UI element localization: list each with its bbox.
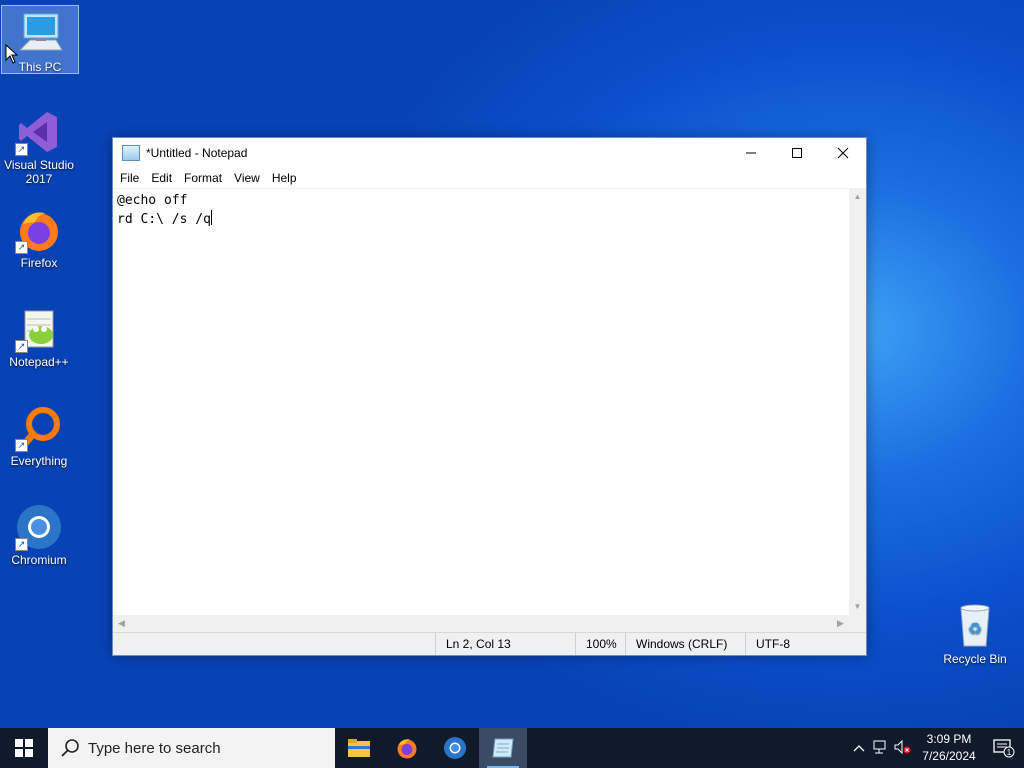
- close-button[interactable]: [820, 138, 866, 168]
- desktop-icon-visual-studio[interactable]: ↗ Visual Studio 2017: [1, 104, 77, 186]
- menu-help[interactable]: Help: [266, 171, 303, 185]
- mouse-cursor-icon: [5, 44, 19, 64]
- editor-line-2: rd C:\ /s /q: [117, 212, 211, 227]
- taskbar-notepad[interactable]: [479, 728, 527, 768]
- clock-time: 3:09 PM: [926, 732, 972, 746]
- taskbar: Type here to search 3:09 PM 7/26/2024 1: [0, 728, 1024, 768]
- chromium-icon: [444, 737, 466, 759]
- taskbar-firefox[interactable]: [383, 728, 431, 768]
- status-encoding: UTF-8: [745, 633, 866, 655]
- desktop-icon-notepad-plus-plus[interactable]: ↗ Notepad++: [1, 301, 77, 369]
- system-tray: 3:09 PM 7/26/2024 1: [848, 728, 1024, 768]
- everything-search-icon: ↗: [15, 404, 63, 452]
- desktop-icon-label: Notepad++: [9, 355, 69, 369]
- clock-date: 7/26/2024: [922, 749, 976, 763]
- scroll-up-icon[interactable]: ▲: [849, 188, 866, 205]
- menu-format[interactable]: Format: [178, 171, 228, 185]
- shortcut-arrow-icon: ↗: [15, 143, 28, 156]
- taskbar-search-box[interactable]: Type here to search: [48, 728, 335, 768]
- firefox-icon: [397, 739, 417, 759]
- desktop-icon-firefox[interactable]: ↗ Firefox: [1, 202, 77, 270]
- menu-bar: File Edit Format View Help: [113, 168, 866, 188]
- status-zoom: 100%: [575, 633, 625, 655]
- start-button[interactable]: [0, 728, 48, 768]
- scroll-left-icon[interactable]: ◀: [113, 615, 130, 632]
- minimize-icon: [746, 152, 756, 154]
- chromium-icon: ↗: [15, 503, 63, 551]
- show-hidden-icons-chevron-icon[interactable]: [848, 741, 870, 755]
- status-line-ending: Windows (CRLF): [625, 633, 745, 655]
- notepad-plus-plus-icon: ↗: [15, 305, 63, 353]
- shortcut-arrow-icon: ↗: [15, 439, 28, 452]
- horizontal-scrollbar[interactable]: ◀ ▶: [113, 615, 849, 632]
- maximize-icon: [792, 148, 802, 158]
- minimize-button[interactable]: [728, 138, 774, 168]
- visual-studio-icon: ↗: [15, 108, 63, 156]
- window-title: *Untitled - Notepad: [146, 146, 248, 160]
- shortcut-arrow-icon: ↗: [15, 241, 28, 254]
- menu-view[interactable]: View: [228, 171, 266, 185]
- windows-logo-icon: [15, 739, 33, 757]
- desktop-icon-chromium[interactable]: ↗ Chromium: [1, 499, 77, 567]
- title-bar[interactable]: *Untitled - Notepad: [113, 138, 866, 168]
- svg-text:♻: ♻: [968, 621, 982, 638]
- text-editor[interactable]: @echo off rd C:\ /s /q: [113, 188, 849, 616]
- desktop-icon-label: Visual Studio 2017: [4, 158, 74, 186]
- close-icon: [837, 147, 849, 159]
- vertical-scrollbar[interactable]: ▲ ▼: [849, 188, 866, 615]
- menu-edit[interactable]: Edit: [145, 171, 178, 185]
- scroll-right-icon[interactable]: ▶: [832, 615, 849, 632]
- scroll-down-icon[interactable]: ▼: [849, 598, 866, 615]
- clock[interactable]: 3:09 PM 7/26/2024: [914, 731, 984, 765]
- shortcut-arrow-icon: ↗: [15, 340, 28, 353]
- firefox-icon: ↗: [15, 206, 63, 254]
- status-bar: Ln 2, Col 13 100% Windows (CRLF) UTF-8: [113, 632, 866, 655]
- status-cursor-position: Ln 2, Col 13: [435, 633, 575, 655]
- recycle-bin-icon: ♻: [951, 602, 999, 650]
- notepad-window[interactable]: *Untitled - Notepad File Edit Format Vie…: [112, 137, 867, 656]
- computer-icon: [16, 10, 64, 58]
- maximize-button[interactable]: [774, 138, 820, 168]
- volume-muted-icon[interactable]: [892, 739, 914, 757]
- text-caret: [210, 210, 212, 225]
- editor-line-1: @echo off: [117, 193, 188, 208]
- desktop-icon-label: Everything: [10, 454, 68, 468]
- action-center-button[interactable]: 1: [984, 738, 1024, 758]
- desktop-icon-everything[interactable]: ↗ Everything: [1, 400, 77, 468]
- notepad-app-icon: [122, 145, 140, 161]
- desktop-icon-label: Chromium: [11, 553, 67, 567]
- desktop-icon-label: Firefox: [20, 256, 58, 270]
- notepad-icon: [492, 738, 514, 758]
- notification-count: 1: [1007, 748, 1012, 757]
- folder-icon: [348, 739, 370, 757]
- shortcut-arrow-icon: ↗: [15, 538, 28, 551]
- desktop-icon-label: Recycle Bin: [943, 652, 1007, 666]
- network-icon[interactable]: [870, 740, 892, 757]
- search-placeholder: Type here to search: [88, 739, 221, 757]
- search-icon: [61, 739, 79, 757]
- notification-icon: 1: [993, 739, 1015, 758]
- size-grip[interactable]: [849, 615, 866, 632]
- desktop-icon-recycle-bin[interactable]: ♻ Recycle Bin: [937, 598, 1013, 666]
- taskbar-chromium[interactable]: [431, 728, 479, 768]
- menu-file[interactable]: File: [114, 171, 145, 185]
- taskbar-file-explorer[interactable]: [335, 728, 383, 768]
